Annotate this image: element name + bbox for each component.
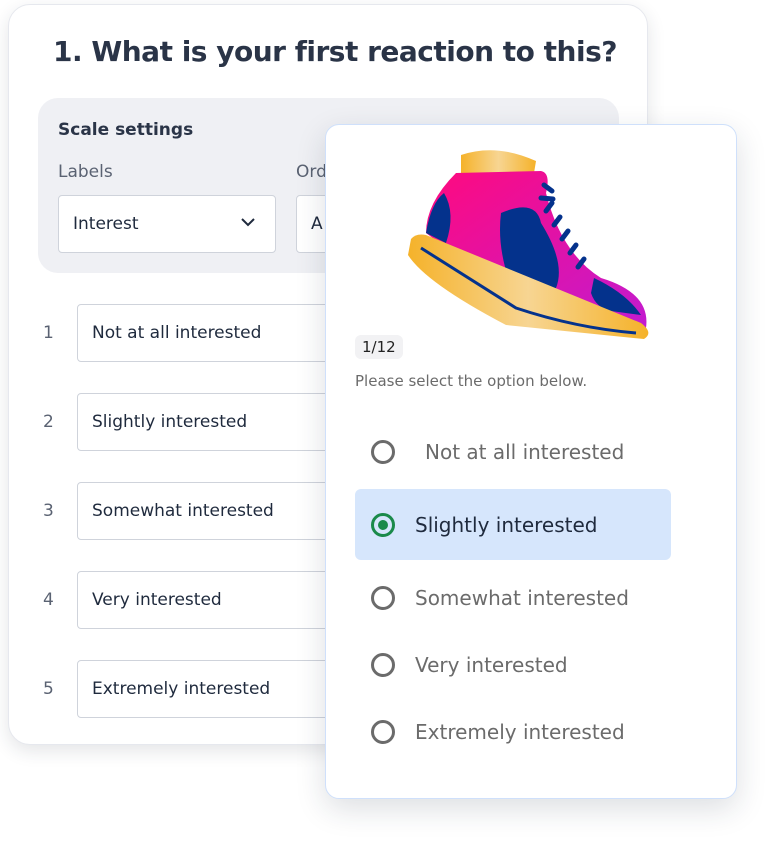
option-label: Extremely interested — [415, 719, 625, 744]
radio-selected-icon[interactable] — [371, 512, 395, 537]
option-very-interested[interactable]: Very interested — [355, 629, 671, 700]
option-somewhat-interested[interactable]: Somewhat interested — [355, 562, 671, 633]
labels-select-value: Interest — [73, 214, 139, 234]
radio-icon[interactable] — [371, 719, 395, 744]
labels-select[interactable]: Interest — [58, 195, 276, 253]
sneaker-image — [408, 150, 649, 339]
option-extremely-interested[interactable]: Extremely interested — [355, 696, 671, 767]
option-label: Very interested — [415, 652, 568, 677]
radio-icon[interactable] — [371, 585, 395, 610]
row-number: 5 — [43, 679, 54, 699]
row-number: 1 — [43, 323, 54, 343]
option-label: Not at all interested — [425, 439, 625, 464]
question-counter-badge: 1/12 — [355, 335, 403, 359]
radio-icon[interactable] — [371, 439, 395, 464]
radio-icon[interactable] — [371, 652, 395, 677]
option-slightly-interested[interactable]: Slightly interested — [355, 489, 671, 560]
row-number: 3 — [43, 501, 54, 521]
chevron-down-icon — [241, 212, 255, 231]
question-title: 1. What is your first reaction to this? — [53, 35, 617, 68]
survey-preview-card: 1/12 Please select the option below. Not… — [325, 124, 737, 799]
option-not-at-all-interested[interactable]: Not at all interested — [355, 416, 671, 487]
scale-settings-title: Scale settings — [58, 120, 194, 140]
instruction-text: Please select the option below. — [355, 372, 588, 390]
labels-label: Labels — [58, 162, 113, 182]
row-number: 4 — [43, 590, 54, 610]
row-number: 2 — [43, 412, 54, 432]
option-label: Somewhat interested — [415, 585, 629, 610]
option-label: Slightly interested — [415, 512, 598, 537]
order-select-value: A — [311, 214, 323, 234]
